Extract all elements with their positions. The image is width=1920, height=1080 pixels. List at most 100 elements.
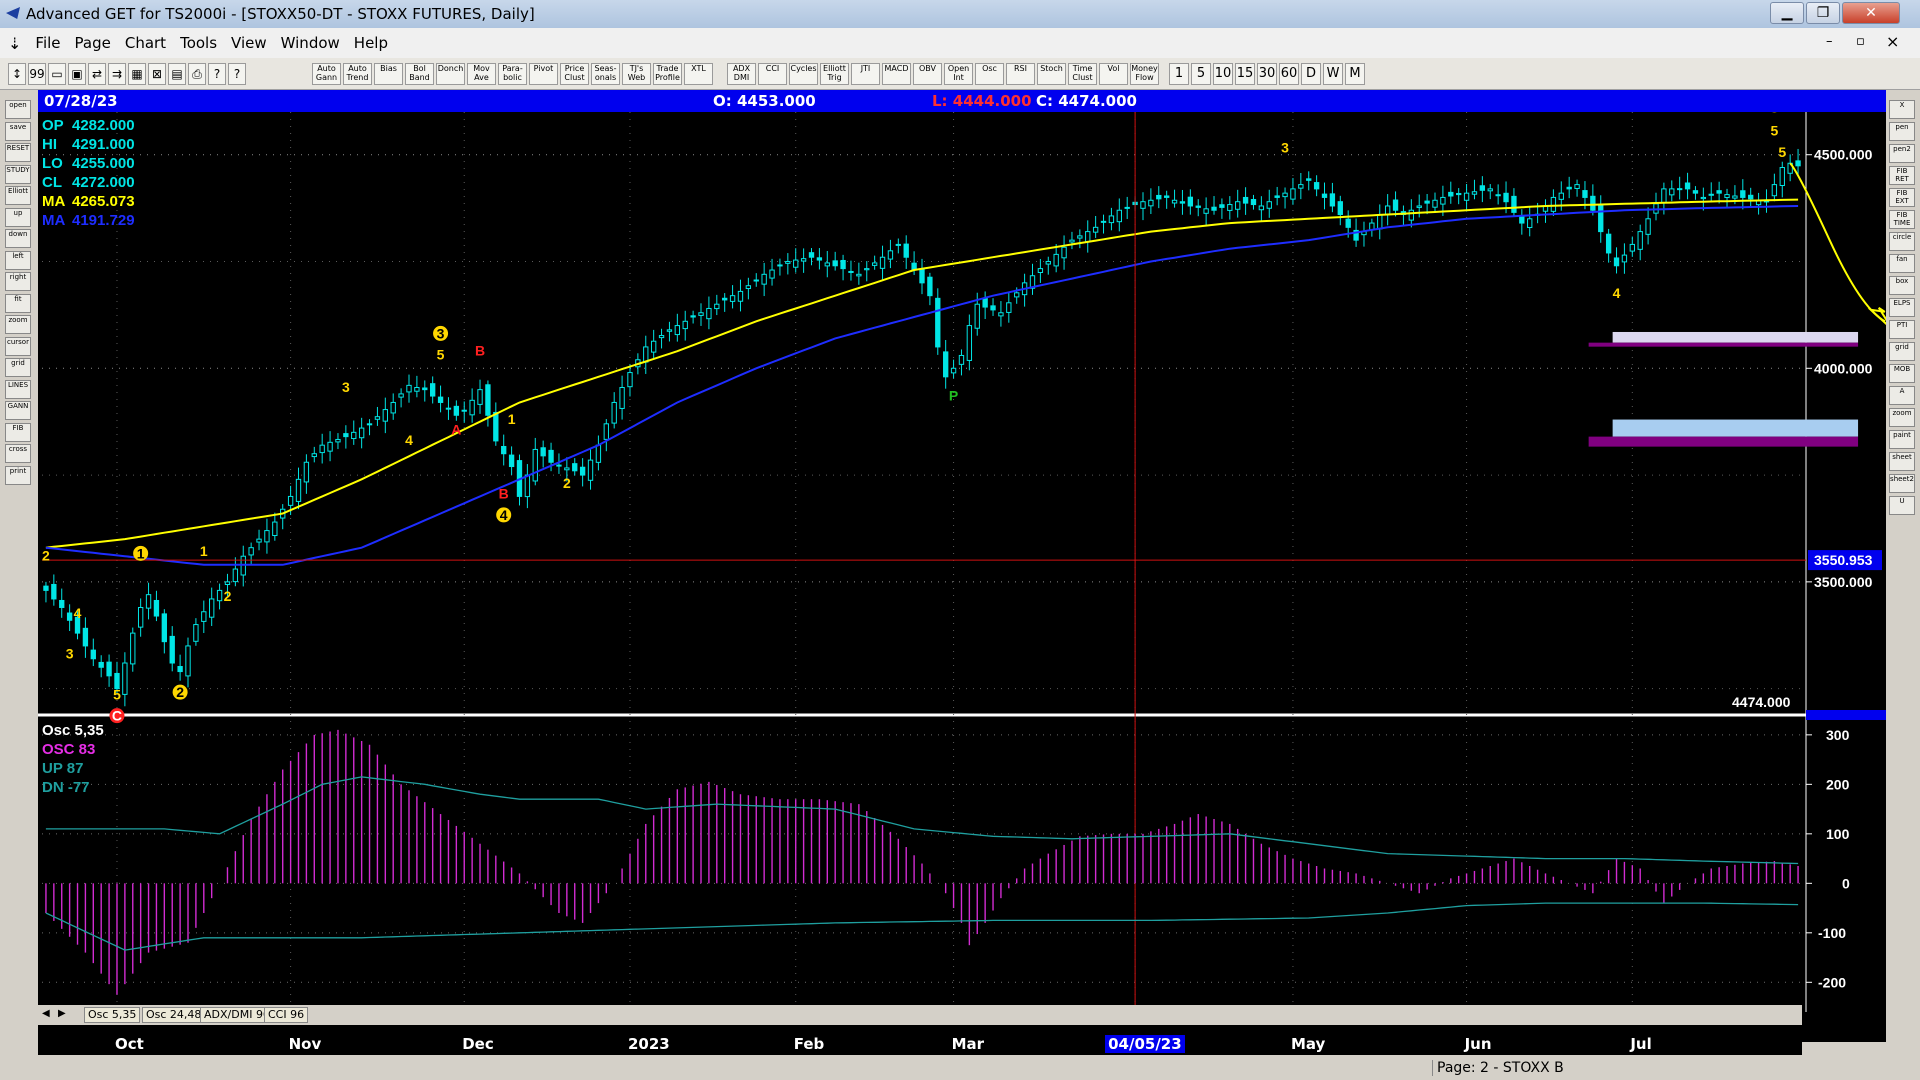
left-tool-7-icon[interactable]: left xyxy=(5,250,31,270)
period-button-D[interactable]: D xyxy=(1301,63,1321,85)
tool-icon-8[interactable]: ▤ xyxy=(168,63,186,85)
tool-icon-6[interactable]: ▦ xyxy=(128,63,146,85)
right-tool-10-icon[interactable]: PTI xyxy=(1889,320,1915,339)
mdi-close-button[interactable]: × xyxy=(1886,32,1899,51)
right-tool-18-icon[interactable]: U xyxy=(1889,496,1915,515)
period-button-15[interactable]: 15 xyxy=(1235,63,1255,85)
study-button-10[interactable]: TJ's Web xyxy=(622,63,651,85)
study-button-6[interactable]: Para- bolic xyxy=(498,63,527,85)
tool-icon-4[interactable]: ⇄ xyxy=(88,63,106,85)
menu-chart[interactable]: Chart xyxy=(125,34,166,52)
menu-window[interactable]: Window xyxy=(281,34,340,52)
tool-icon-2[interactable]: ▭ xyxy=(48,63,66,85)
tab-adx-dmi[interactable]: ADX/DMI 96 xyxy=(200,1007,274,1023)
study-button-14[interactable]: CCI xyxy=(758,63,787,85)
study-button-19[interactable]: OBV xyxy=(913,63,942,85)
study-button-24[interactable]: Time Clust xyxy=(1068,63,1097,85)
study-button-23[interactable]: Stoch xyxy=(1037,63,1066,85)
study-button-26[interactable]: Money Flow xyxy=(1130,63,1159,85)
right-tool-3-icon[interactable]: FIB RET xyxy=(1889,166,1915,185)
left-tool-3-icon[interactable]: STUDY xyxy=(5,164,31,184)
left-tool-5-icon[interactable]: up xyxy=(5,207,31,227)
study-button-4[interactable]: Donch xyxy=(436,63,465,85)
study-button-25[interactable]: Vol xyxy=(1099,63,1128,85)
left-tool-12-icon[interactable]: grid xyxy=(5,358,31,377)
left-tool-14-icon[interactable]: GANN xyxy=(5,401,31,420)
period-button-1[interactable]: 1 xyxy=(1169,63,1189,85)
study-button-5[interactable]: Mov Ave xyxy=(467,63,496,85)
tab-cci[interactable]: CCI 96 xyxy=(264,1007,309,1023)
right-tool-12-icon[interactable]: MOB xyxy=(1889,364,1915,383)
study-button-16[interactable]: Elliott Trig xyxy=(820,63,849,85)
right-tool-7-icon[interactable]: fan xyxy=(1889,254,1915,273)
right-tool-4-icon[interactable]: FIB EXT xyxy=(1889,188,1915,207)
tab-osc-24-48[interactable]: Osc 24,48 xyxy=(142,1007,206,1023)
right-tool-8-icon[interactable]: box xyxy=(1889,276,1915,295)
mdi-minimize-button[interactable]: – xyxy=(1826,34,1833,49)
tab-next-icon[interactable]: ▶ xyxy=(58,1008,66,1019)
study-button-9[interactable]: Seas- onals xyxy=(591,63,620,85)
left-tool-9-icon[interactable]: fit xyxy=(5,293,31,313)
right-tool-14-icon[interactable]: zoom xyxy=(1889,408,1915,427)
menu-tools[interactable]: Tools xyxy=(180,34,217,52)
period-button-10[interactable]: 10 xyxy=(1213,63,1233,85)
study-button-1[interactable]: Auto Trend xyxy=(343,63,372,85)
study-button-20[interactable]: Open Int xyxy=(944,63,973,85)
right-tool-15-icon[interactable]: paint xyxy=(1889,430,1915,449)
right-tool-11-icon[interactable]: grid xyxy=(1889,342,1915,361)
tool-icon-10[interactable]: ? xyxy=(208,63,226,85)
study-button-15[interactable]: Cycles xyxy=(789,63,818,85)
left-tool-6-icon[interactable]: down xyxy=(5,229,31,248)
tab-osc-5-35[interactable]: Osc 5,35 xyxy=(84,1007,141,1023)
left-tool-15-icon[interactable]: FIB xyxy=(5,422,31,442)
study-button-8[interactable]: Price Clust xyxy=(560,63,589,85)
menu-help[interactable]: Help xyxy=(354,34,388,52)
right-tool-2-icon[interactable]: pen2 xyxy=(1889,144,1915,163)
study-button-17[interactable]: JTI xyxy=(851,63,880,85)
restore-button[interactable]: ❐ xyxy=(1806,2,1840,24)
left-tool-0-icon[interactable]: open xyxy=(5,100,31,119)
period-button-60[interactable]: 60 xyxy=(1279,63,1299,85)
study-button-22[interactable]: RSI xyxy=(1006,63,1035,85)
tool-icon-1[interactable]: 99 xyxy=(28,63,46,85)
right-tool-9-icon[interactable]: ELPS xyxy=(1889,298,1915,317)
tool-icon-11[interactable]: ? xyxy=(228,63,246,85)
study-button-0[interactable]: Auto Gann xyxy=(312,63,341,85)
price-oscillator-chart[interactable]: 3550.953 4500.000 4000.000 3500.000 4474.000… xyxy=(38,97,1920,1042)
period-button-M[interactable]: M xyxy=(1345,63,1365,85)
menu-file[interactable]: File xyxy=(35,34,60,52)
close-button[interactable]: ✕ xyxy=(1842,2,1900,24)
right-tool-6-icon[interactable]: circle xyxy=(1889,232,1915,251)
left-tool-11-icon[interactable]: cursor xyxy=(5,336,31,356)
mdi-restore-button[interactable]: ▫ xyxy=(1856,34,1865,49)
left-tool-17-icon[interactable]: print xyxy=(5,465,31,485)
tool-icon-3[interactable]: ▣ xyxy=(68,63,86,85)
right-tool-16-icon[interactable]: sheet xyxy=(1889,452,1915,471)
right-tool-1-icon[interactable]: pen xyxy=(1889,122,1915,141)
study-button-11[interactable]: Trade Profile xyxy=(653,63,682,85)
menu-view[interactable]: View xyxy=(231,34,267,52)
minimize-button[interactable]: ▁ xyxy=(1770,2,1804,24)
tab-prev-icon[interactable]: ◀ xyxy=(42,1008,50,1019)
period-button-30[interactable]: 30 xyxy=(1257,63,1277,85)
tool-icon-7[interactable]: ⊠ xyxy=(148,63,166,85)
study-button-18[interactable]: MACD xyxy=(882,63,911,85)
right-tool-0-icon[interactable]: X xyxy=(1889,100,1915,119)
tool-icon-0[interactable]: ↕ xyxy=(8,63,26,85)
left-tool-8-icon[interactable]: right xyxy=(5,272,31,291)
study-button-12[interactable]: XTL xyxy=(684,63,713,85)
left-tool-16-icon[interactable]: cross xyxy=(5,444,31,463)
study-button-21[interactable]: Osc xyxy=(975,63,1004,85)
study-button-2[interactable]: Bias xyxy=(374,63,403,85)
tool-icon-9[interactable]: ⎙ xyxy=(188,63,206,85)
menu-page[interactable]: Page xyxy=(75,34,111,52)
study-button-13[interactable]: ADX DMI xyxy=(727,63,756,85)
study-button-7[interactable]: Pivot xyxy=(529,63,558,85)
left-tool-10-icon[interactable]: zoom xyxy=(5,315,31,334)
period-button-5[interactable]: 5 xyxy=(1191,63,1211,85)
tool-icon-5[interactable]: ⇉ xyxy=(108,63,126,85)
left-tool-2-icon[interactable]: RESET xyxy=(5,143,31,162)
left-tool-4-icon[interactable]: Elliott xyxy=(5,186,31,205)
left-tool-13-icon[interactable]: LINES xyxy=(5,379,31,399)
right-tool-5-icon[interactable]: FIB TIME xyxy=(1889,210,1915,229)
